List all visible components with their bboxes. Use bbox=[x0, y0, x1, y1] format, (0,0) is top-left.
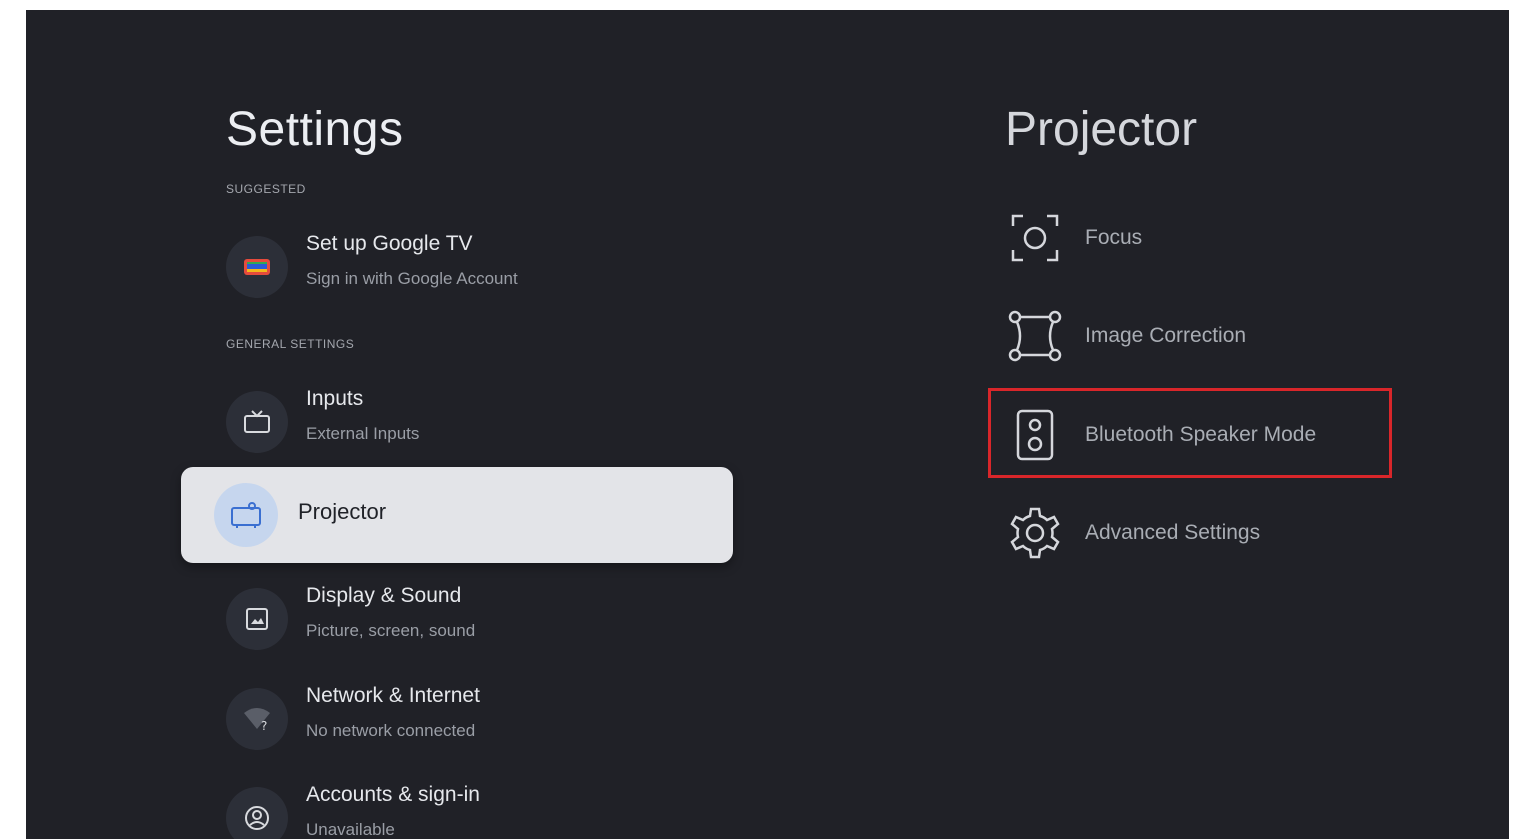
account-icon bbox=[226, 787, 288, 839]
projector-icon bbox=[214, 483, 278, 547]
suggested-section-label: SUGGESTED bbox=[226, 182, 306, 196]
setup-google-tv-title: Set up Google TV bbox=[306, 232, 473, 255]
image-correction-option[interactable]: Image Correction bbox=[1005, 306, 1425, 376]
tv-icon bbox=[226, 391, 288, 453]
inputs-subtitle: External Inputs bbox=[306, 424, 420, 443]
network-internet-item[interactable]: ? Network & Internet No network connecte… bbox=[226, 684, 746, 754]
gear-icon bbox=[1005, 503, 1065, 563]
focus-option[interactable]: Focus bbox=[1005, 208, 1425, 278]
settings-title: Settings bbox=[226, 103, 404, 156]
projector-item[interactable]: Projector bbox=[181, 467, 733, 563]
svg-text:?: ? bbox=[261, 719, 267, 733]
highlight-annotation-box bbox=[988, 388, 1392, 478]
advanced-settings-option[interactable]: Advanced Settings bbox=[1005, 503, 1425, 573]
focus-icon bbox=[1005, 208, 1065, 268]
wifi-unknown-icon: ? bbox=[226, 688, 288, 750]
keystone-icon bbox=[1005, 306, 1065, 366]
focus-label: Focus bbox=[1085, 226, 1143, 249]
inputs-title: Inputs bbox=[306, 387, 364, 410]
picture-icon bbox=[226, 588, 288, 650]
image-correction-label: Image Correction bbox=[1085, 324, 1247, 347]
projector-title: Projector bbox=[298, 499, 387, 524]
projector-panel-title: Projector bbox=[1005, 103, 1198, 156]
setup-google-tv-subtitle: Sign in with Google Account bbox=[306, 269, 518, 288]
tv-screen: Settings SUGGESTED Set up Google TV Sign… bbox=[26, 10, 1509, 839]
google-tv-icon bbox=[226, 236, 288, 298]
display-sound-title: Display & Sound bbox=[306, 584, 462, 607]
display-sound-item[interactable]: Display & Sound Picture, screen, sound bbox=[226, 584, 746, 654]
accounts-signin-title: Accounts & sign-in bbox=[306, 783, 480, 806]
setup-google-tv-item[interactable]: Set up Google TV Sign in with Google Acc… bbox=[226, 232, 746, 302]
inputs-item[interactable]: Inputs External Inputs bbox=[226, 387, 746, 457]
accounts-signin-subtitle: Unavailable bbox=[306, 820, 395, 839]
accounts-signin-item[interactable]: Accounts & sign-in Unavailable bbox=[226, 783, 746, 839]
network-internet-title: Network & Internet bbox=[306, 684, 480, 707]
general-settings-section-label: GENERAL SETTINGS bbox=[226, 337, 355, 351]
display-sound-subtitle: Picture, screen, sound bbox=[306, 621, 476, 640]
advanced-settings-label: Advanced Settings bbox=[1085, 521, 1261, 544]
network-internet-subtitle: No network connected bbox=[306, 721, 476, 740]
